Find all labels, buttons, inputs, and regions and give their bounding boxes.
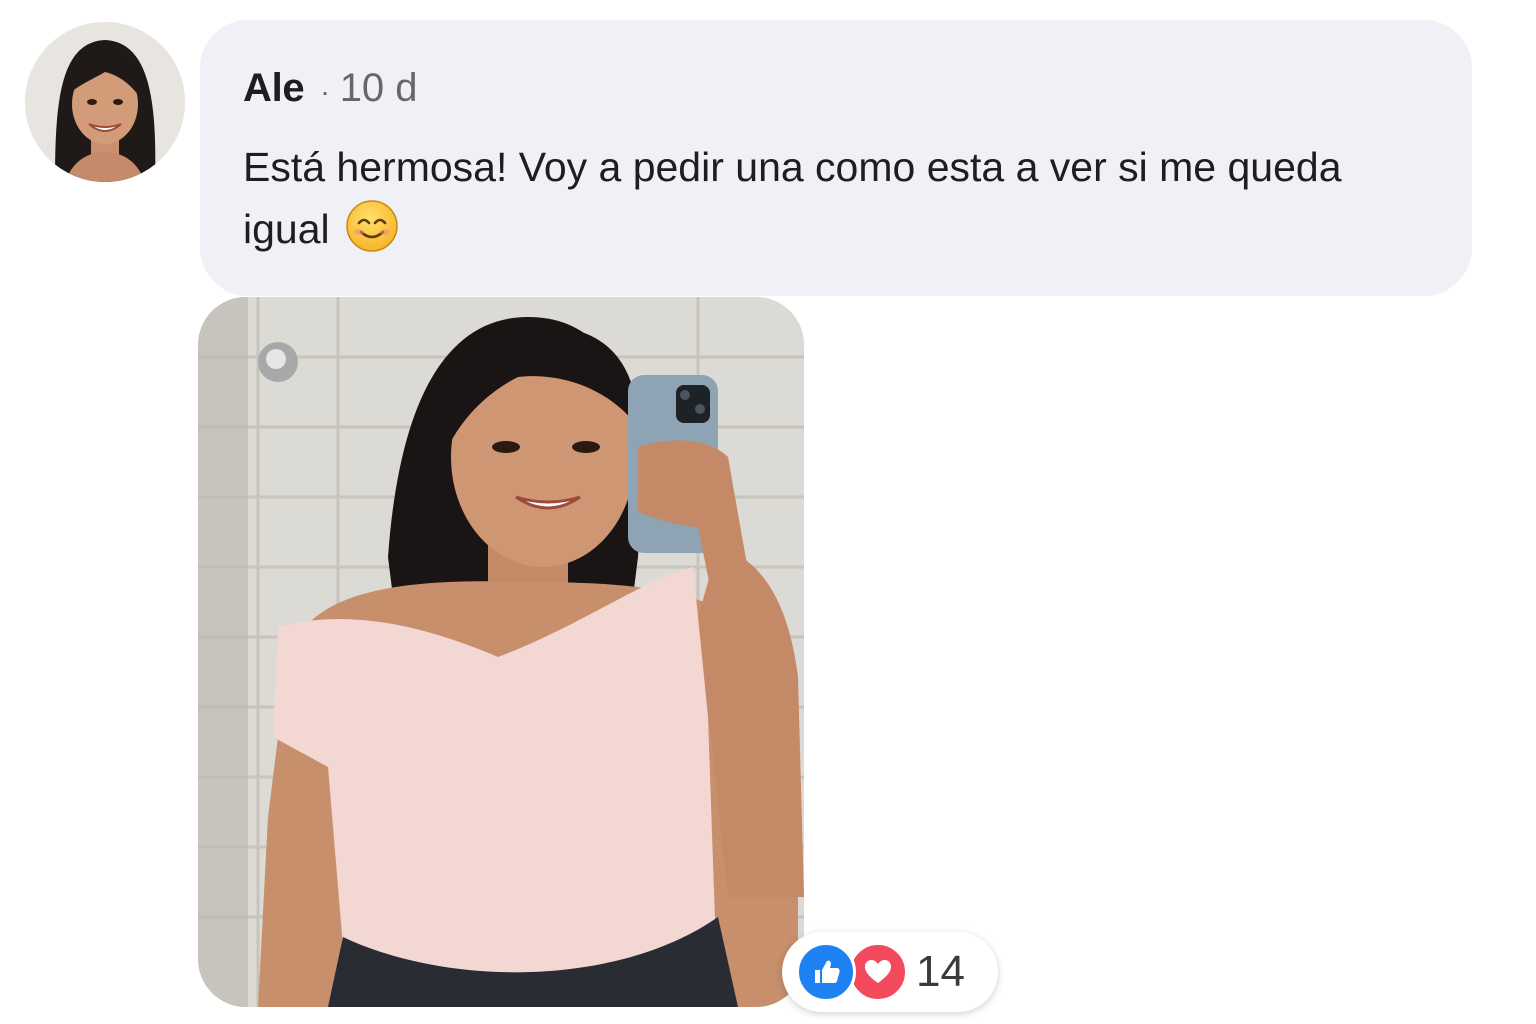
meta-separator: · (320, 76, 330, 107)
reaction-count: 14 (916, 947, 965, 996)
smiling-face-icon (345, 199, 399, 270)
reactions-summary[interactable]: 14 (782, 932, 998, 1012)
comment-time[interactable]: 10 d (340, 64, 418, 112)
comment: Ale · 10 d Está hermosa! Voy a pedir una… (0, 0, 1536, 1024)
comment-bubble: Ale · 10 d Está hermosa! Voy a pedir una… (200, 20, 1472, 296)
comment-photo[interactable] (198, 297, 804, 1007)
comment-text: Está hermosa! Voy a pedir una como esta … (243, 144, 1342, 252)
comment-meta: Ale · 10 d (243, 64, 1432, 112)
author-name[interactable]: Ale (243, 64, 305, 112)
love-icon (848, 942, 908, 1002)
comment-text-block: Está hermosa! Voy a pedir una como esta … (243, 136, 1383, 270)
avatar[interactable] (25, 22, 185, 182)
profile-photo-icon (25, 22, 185, 182)
like-icon (796, 942, 856, 1002)
selfie-photo-icon (198, 297, 804, 1007)
